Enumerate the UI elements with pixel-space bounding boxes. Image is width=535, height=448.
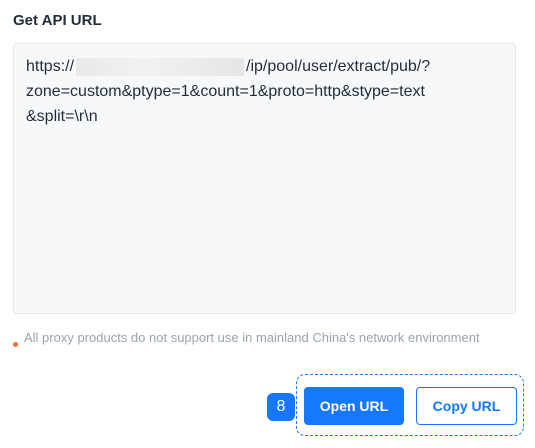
open-url-button[interactable]: Open URL: [304, 387, 404, 425]
url-path: /ip/pool/user/extract/pub/?: [246, 58, 431, 75]
section-title: Get API URL: [13, 12, 102, 29]
warning-dot-icon: [13, 342, 18, 347]
step-number-badge: 8: [267, 393, 295, 421]
copy-url-button[interactable]: Copy URL: [416, 387, 517, 425]
url-line-1: https:// /ip/pool/user/extract/pub/?: [26, 54, 503, 79]
api-url-panel: Get API URL https:// /ip/pool/user/extrac…: [0, 0, 535, 448]
notice-text: All proxy products do not support use in…: [24, 330, 480, 345]
masked-host: [76, 57, 245, 76]
api-url-textarea[interactable]: https:// /ip/pool/user/extract/pub/? zone…: [13, 43, 516, 314]
url-prefix: https://: [26, 58, 75, 75]
url-line-3: &split=\r\n: [26, 108, 98, 125]
url-line-2: zone=custom&ptype=1&count=1&proto=http&s…: [26, 83, 425, 100]
region-notice: All proxy products do not support use in…: [13, 328, 493, 347]
